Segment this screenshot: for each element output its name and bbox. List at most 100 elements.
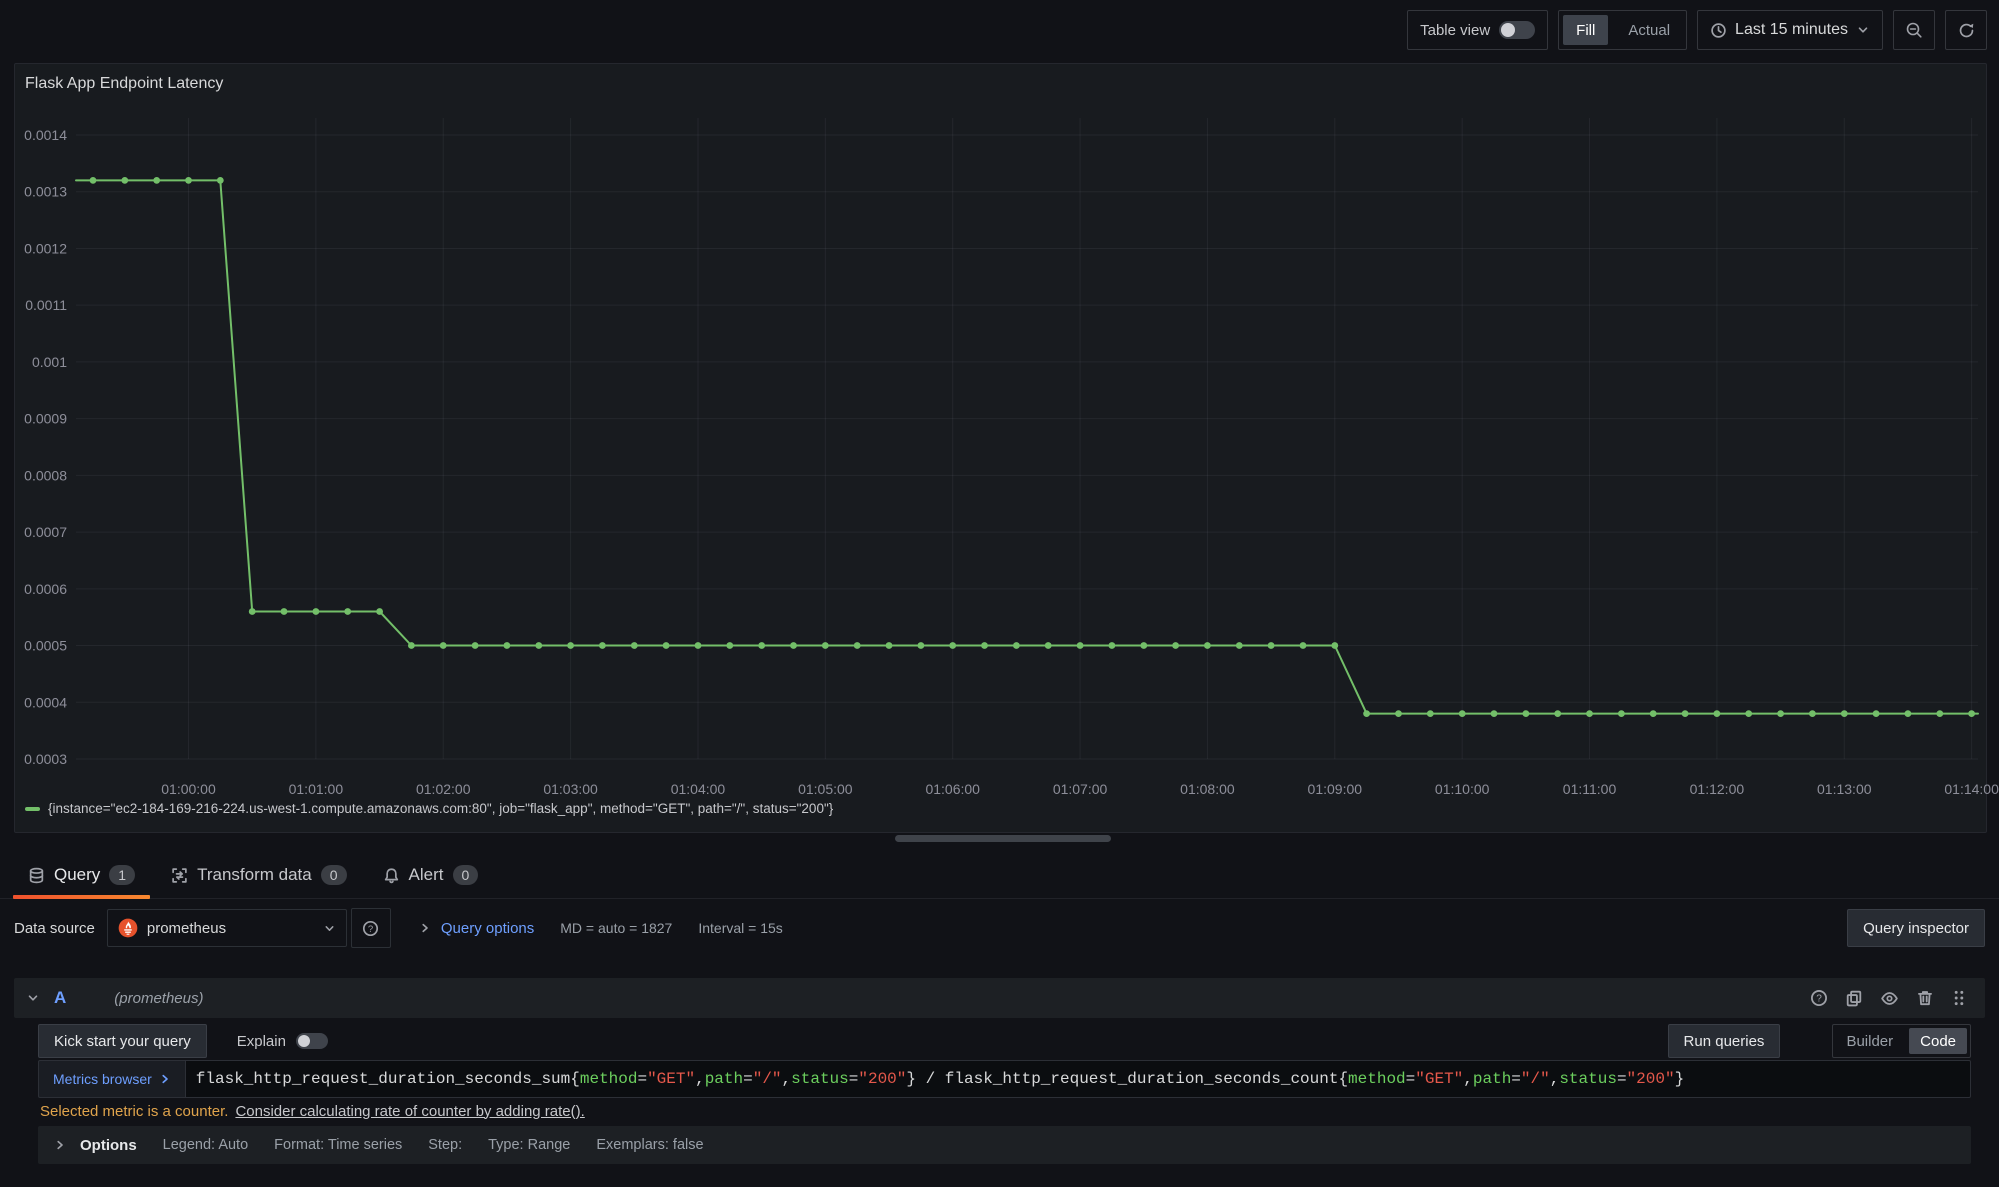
explain-label: Explain: [237, 1033, 286, 1050]
datasource-row: Data source prometheus ? Qu: [14, 908, 1985, 948]
code-button[interactable]: Code: [1909, 1028, 1967, 1054]
datasource-label: Data source: [14, 920, 95, 937]
svg-text:0.0003: 0.0003: [24, 751, 67, 767]
builder-code-switch: Builder Code: [1832, 1024, 1971, 1058]
chevron-right-icon: [159, 1073, 171, 1085]
timeseries-panel: Flask App Endpoint Latency 0.00140.00130…: [14, 63, 1987, 833]
svg-text:0.0008: 0.0008: [24, 467, 67, 483]
datasource-name: prometheus: [147, 920, 314, 937]
series-legend-label[interactable]: {instance="ec2-184-169-216-224.us-west-1…: [48, 801, 833, 816]
add-rate-link[interactable]: Consider calculating rate of counter by …: [235, 1103, 584, 1120]
query-datasource-hint: (prometheus): [114, 990, 203, 1007]
options-label: Options: [80, 1137, 137, 1154]
svg-text:01:06:00: 01:06:00: [925, 781, 980, 797]
latency-chart[interactable]: 0.0014 0.0013 0.0012 0.0011 0.001 0.0009 0.000…: [15, 64, 1986, 832]
svg-text:0.0009: 0.0009: [24, 411, 67, 427]
counter-warning: Selected metric is a counter. Consider c…: [40, 1100, 585, 1122]
chevron-down-icon: [323, 922, 336, 935]
query-options-toggle[interactable]: Query options: [419, 920, 534, 937]
transform-icon: [171, 867, 188, 884]
query-editor-row: Metrics browser flask_http_request_durat…: [38, 1060, 1971, 1098]
svg-text:01:14:00: 01:14:00: [1944, 781, 1999, 797]
promql-query-input[interactable]: flask_http_request_duration_seconds_sum{…: [185, 1060, 1971, 1098]
panel-editor-toolbar: Table view Fill Actual Last 15 minutes: [1407, 10, 1987, 50]
table-view-label: Table view: [1420, 22, 1490, 39]
chevron-right-icon[interactable]: [54, 1139, 66, 1151]
refresh-icon: [1958, 22, 1975, 39]
run-queries-button[interactable]: Run queries: [1668, 1024, 1781, 1058]
query-ref-id: A: [54, 988, 66, 1008]
clock-icon: [1710, 22, 1727, 39]
bell-icon: [383, 867, 400, 884]
collapse-chevron-icon[interactable]: [26, 991, 40, 1005]
svg-text:01:00:00: 01:00:00: [161, 781, 216, 797]
metrics-browser-button[interactable]: Metrics browser: [38, 1060, 185, 1098]
svg-text:01:03:00: 01:03:00: [543, 781, 598, 797]
tab-transform-label: Transform data: [197, 865, 312, 885]
interval-text: Interval = 15s: [698, 920, 782, 936]
tab-alert-label: Alert: [409, 865, 444, 885]
time-range-label: Last 15 minutes: [1735, 21, 1848, 39]
tab-query-count: 1: [109, 865, 135, 885]
chart-legend: {instance="ec2-184-169-216-224.us-west-1…: [25, 801, 833, 816]
builder-button[interactable]: Builder: [1833, 1025, 1906, 1057]
hide-query-eye-icon[interactable]: [1880, 989, 1899, 1008]
fill-button[interactable]: Fill: [1563, 15, 1608, 45]
svg-text:01:01:00: 01:01:00: [289, 781, 344, 797]
datasource-picker[interactable]: prometheus: [107, 909, 347, 947]
svg-text:01:04:00: 01:04:00: [671, 781, 726, 797]
tab-alert-count: 0: [453, 865, 479, 885]
option-step: Step:: [428, 1137, 462, 1153]
max-data-points-text: MD = auto = 1827: [560, 920, 672, 936]
delete-query-trash-icon[interactable]: [1916, 989, 1934, 1007]
tab-transform-data[interactable]: Transform data 0: [156, 852, 361, 898]
refresh-button[interactable]: [1945, 10, 1987, 50]
tab-query[interactable]: Query 1: [13, 852, 150, 898]
query-options-row[interactable]: Options Legend: Auto Format: Time series…: [38, 1126, 1971, 1164]
option-type: Type: Range: [488, 1137, 570, 1153]
svg-text:01:10:00: 01:10:00: [1435, 781, 1490, 797]
help-circle-icon: ?: [362, 920, 379, 937]
warning-text: Selected metric is a counter.: [40, 1103, 228, 1120]
explain-control: Explain: [237, 1033, 328, 1050]
tab-query-label: Query: [54, 865, 100, 885]
actual-button[interactable]: Actual: [1612, 11, 1686, 49]
tab-alert[interactable]: Alert 0: [368, 852, 494, 898]
option-format: Format: Time series: [274, 1137, 402, 1153]
svg-text:?: ?: [1816, 994, 1822, 1005]
datasource-help-button[interactable]: ?: [351, 908, 391, 948]
svg-text:01:13:00: 01:13:00: [1817, 781, 1872, 797]
query-row-header[interactable]: A (prometheus) ?: [14, 978, 1985, 1018]
series-color-dash: [25, 807, 40, 811]
svg-text:0.0011: 0.0011: [25, 297, 67, 313]
svg-text:0.0006: 0.0006: [24, 581, 67, 597]
duplicate-query-icon[interactable]: [1845, 989, 1863, 1007]
svg-text:0.0012: 0.0012: [24, 240, 67, 256]
drag-handle-icon[interactable]: [1951, 989, 1967, 1007]
database-icon: [28, 867, 45, 884]
toggle-knob: [1501, 23, 1515, 37]
explain-toggle[interactable]: [296, 1033, 328, 1049]
time-range-picker[interactable]: Last 15 minutes: [1697, 10, 1883, 50]
svg-text:01:07:00: 01:07:00: [1053, 781, 1108, 797]
svg-text:01:02:00: 01:02:00: [416, 781, 471, 797]
svg-text:0.001: 0.001: [32, 354, 67, 370]
help-icon[interactable]: ?: [1810, 989, 1828, 1007]
query-inspector-button[interactable]: Query inspector: [1847, 909, 1985, 947]
zoom-out-icon: [1905, 21, 1923, 39]
grafana-panel-editor: Table view Fill Actual Last 15 minutes: [0, 0, 1999, 1187]
svg-text:01:08:00: 01:08:00: [1180, 781, 1235, 797]
query-options-label: Query options: [441, 920, 534, 937]
tab-transform-count: 0: [321, 865, 347, 885]
table-view-group: Table view: [1407, 10, 1548, 50]
svg-text:0.0004: 0.0004: [24, 694, 67, 710]
query-row-actions: ?: [1810, 989, 1967, 1008]
prometheus-icon: [118, 918, 138, 938]
kick-start-query-button[interactable]: Kick start your query: [38, 1024, 207, 1058]
svg-text:0.0013: 0.0013: [24, 184, 67, 200]
svg-text:0.0014: 0.0014: [24, 127, 67, 143]
zoom-out-button[interactable]: [1893, 10, 1935, 50]
pane-resize-handle[interactable]: [895, 835, 1111, 842]
option-legend: Legend: Auto: [163, 1137, 248, 1153]
table-view-toggle[interactable]: [1499, 21, 1535, 39]
